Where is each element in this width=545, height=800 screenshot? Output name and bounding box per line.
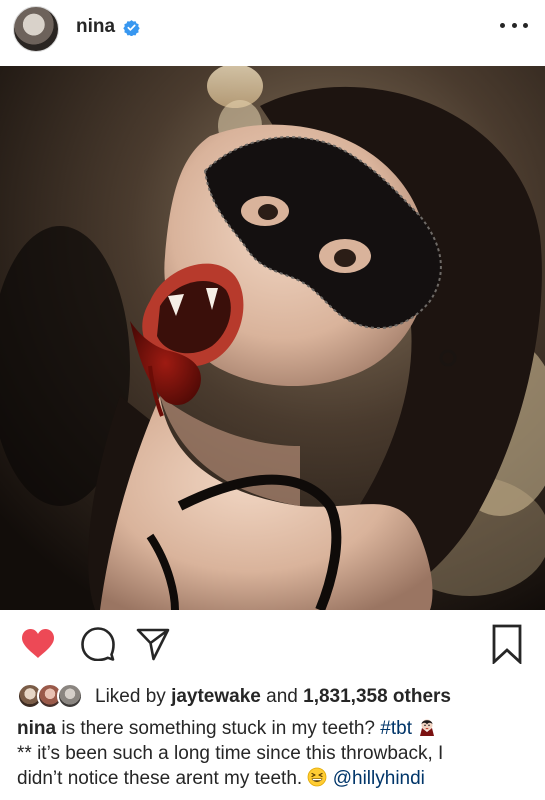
post-caption: nina is there something stuck in my teet… bbox=[17, 716, 537, 791]
likes-row[interactable]: Liked by jaytewake and 1,831,358 others bbox=[17, 680, 537, 712]
likes-middle: and bbox=[266, 686, 298, 707]
post-username[interactable]: nina bbox=[76, 16, 115, 38]
bookmark-icon[interactable] bbox=[492, 624, 522, 664]
more-dot bbox=[500, 22, 505, 28]
post-image bbox=[0, 66, 545, 610]
heart-icon[interactable] bbox=[21, 628, 55, 659]
caption-username[interactable]: nina bbox=[17, 718, 56, 739]
caption-line: ** it’s been such a long time since this… bbox=[17, 743, 444, 764]
likes-count[interactable]: 1,831,358 others bbox=[303, 686, 451, 707]
likes-text: Liked by jaytewake and 1,831,358 others bbox=[95, 686, 451, 708]
verified-badge-icon bbox=[123, 20, 140, 36]
likes-prefix: Liked by bbox=[95, 686, 166, 707]
more-horizontal-icon[interactable] bbox=[500, 12, 528, 38]
caption-line: nina is there something stuck in my teet… bbox=[17, 716, 537, 741]
profile-avatar[interactable] bbox=[13, 6, 59, 52]
caption-line: didn’t notice these arent my teeth. @hil… bbox=[17, 766, 537, 791]
more-dot bbox=[523, 22, 528, 28]
hashtag-link[interactable]: #tbt bbox=[380, 718, 412, 739]
vampire-emoji bbox=[420, 719, 435, 736]
liker-avatar bbox=[57, 683, 83, 709]
grinning-squinting-face-emoji bbox=[308, 767, 327, 787]
more-dot bbox=[511, 22, 517, 28]
share-icon[interactable] bbox=[136, 627, 170, 661]
post-header: nina bbox=[0, 0, 545, 66]
comment-icon[interactable] bbox=[81, 627, 115, 661]
caption-text: is there something stuck in my teeth? bbox=[56, 718, 381, 739]
caption-text: didn’t notice these arent my teeth. bbox=[17, 768, 308, 789]
mention-link[interactable]: @hillyhindi bbox=[333, 768, 425, 789]
liker-username[interactable]: jaytewake bbox=[171, 686, 261, 707]
liker-avatars bbox=[17, 683, 91, 709]
action-bar bbox=[0, 610, 545, 672]
post-photo[interactable] bbox=[0, 66, 545, 610]
